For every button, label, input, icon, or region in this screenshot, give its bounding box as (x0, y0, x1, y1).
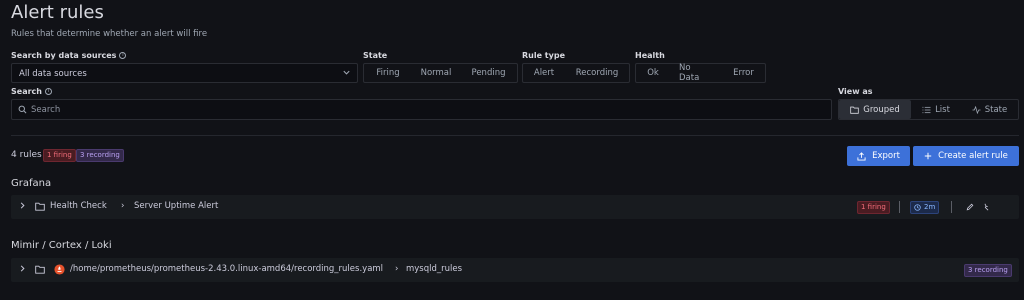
state-filter-label: State (363, 51, 388, 60)
view-as-grouped-label: Grouped (863, 104, 900, 115)
divider (11, 135, 1019, 136)
view-as-list-label: List (935, 104, 950, 115)
folder-icon (35, 265, 45, 274)
rule-group-row[interactable]: /home/prometheus/prometheus-2.43.0.linux… (11, 258, 1019, 282)
folder-name: /home/prometheus/prometheus-2.43.0.linux… (70, 264, 384, 274)
interval-badge: 2m (910, 201, 940, 214)
folder-icon (850, 106, 859, 114)
interval-value: 2m (924, 203, 936, 211)
prometheus-icon (54, 264, 65, 275)
create-alert-rule-label: Create alert rule (938, 151, 1008, 161)
activity-icon (972, 105, 981, 114)
view-as-toggle: Grouped List State (838, 99, 1019, 120)
divider (899, 201, 900, 213)
folder-name: Health Check (50, 201, 107, 211)
health-option-error[interactable]: Error (722, 64, 765, 82)
create-alert-rule-button[interactable]: Create alert rule (913, 146, 1019, 166)
recording-badge: 3 recording (964, 264, 1012, 277)
datasource-select[interactable]: All data sources (11, 63, 358, 83)
view-as-list[interactable]: List (911, 100, 961, 119)
search-label: Search i (11, 87, 52, 96)
breadcrumb-separator: › (395, 264, 399, 274)
export-button[interactable]: Export (847, 146, 910, 166)
section-title-grafana: Grafana (11, 178, 52, 189)
datasource-select-value: All data sources (19, 69, 87, 79)
view-as-grouped[interactable]: Grouped (839, 100, 911, 119)
export-button-label: Export (872, 151, 900, 161)
edit-icon[interactable] (983, 203, 990, 211)
rule-type-filter-label: Rule type (522, 51, 565, 60)
page-subtitle: Rules that determine whether an alert wi… (11, 29, 208, 39)
chevron-right-icon[interactable] (19, 201, 26, 210)
datasource-filter-label: Search by data sources i (11, 51, 127, 60)
folder-icon (35, 202, 45, 211)
health-option-ok[interactable]: Ok (636, 64, 670, 82)
list-icon (922, 106, 931, 113)
firing-badge: 1 firing (43, 149, 76, 162)
pencil-icon[interactable] (966, 203, 974, 211)
plus-icon (924, 152, 932, 160)
info-icon[interactable]: i (44, 88, 52, 95)
search-label-text: Search (11, 87, 42, 96)
health-option-no-data[interactable]: No Data (670, 63, 722, 83)
search-icon (18, 105, 27, 114)
rule-count: 4 rules (11, 150, 42, 160)
search-box (11, 99, 832, 120)
search-input[interactable] (31, 103, 811, 116)
rule-type-option-alert[interactable]: Alert (523, 64, 565, 82)
view-as-state[interactable]: State (961, 100, 1018, 119)
firing-badge: 1 firing (857, 201, 890, 214)
clock-icon (914, 204, 921, 211)
rule-group-row[interactable]: Health Check › Server Uptime Alert 1 fir… (11, 195, 1019, 219)
view-as-label: View as (838, 87, 873, 96)
state-option-normal[interactable]: Normal (412, 64, 460, 82)
chevron-down-icon (343, 70, 350, 75)
group-name: mysqld_rules (406, 264, 463, 274)
section-title-mimir: Mimir / Cortex / Loki (11, 240, 112, 251)
view-as-state-label: State (984, 104, 1008, 115)
page-title: Alert rules (11, 2, 104, 23)
upload-icon (857, 151, 866, 161)
group-name: Server Uptime Alert (134, 201, 219, 211)
health-filter-label: Health (635, 51, 665, 60)
info-icon[interactable]: i (119, 52, 127, 59)
state-option-firing[interactable]: Firing (364, 64, 412, 82)
state-filter: Firing Normal Pending (363, 63, 518, 83)
state-option-pending[interactable]: Pending (460, 64, 517, 82)
health-filter: Ok No Data Error (635, 63, 766, 83)
rule-type-filter: Alert Recording (522, 63, 630, 83)
divider (951, 201, 952, 213)
datasource-filter-label-text: Search by data sources (11, 51, 117, 60)
breadcrumb-separator: › (121, 201, 125, 211)
rule-type-option-recording[interactable]: Recording (565, 64, 629, 82)
chevron-right-icon[interactable] (19, 264, 26, 273)
recording-badge: 3 recording (76, 149, 124, 162)
